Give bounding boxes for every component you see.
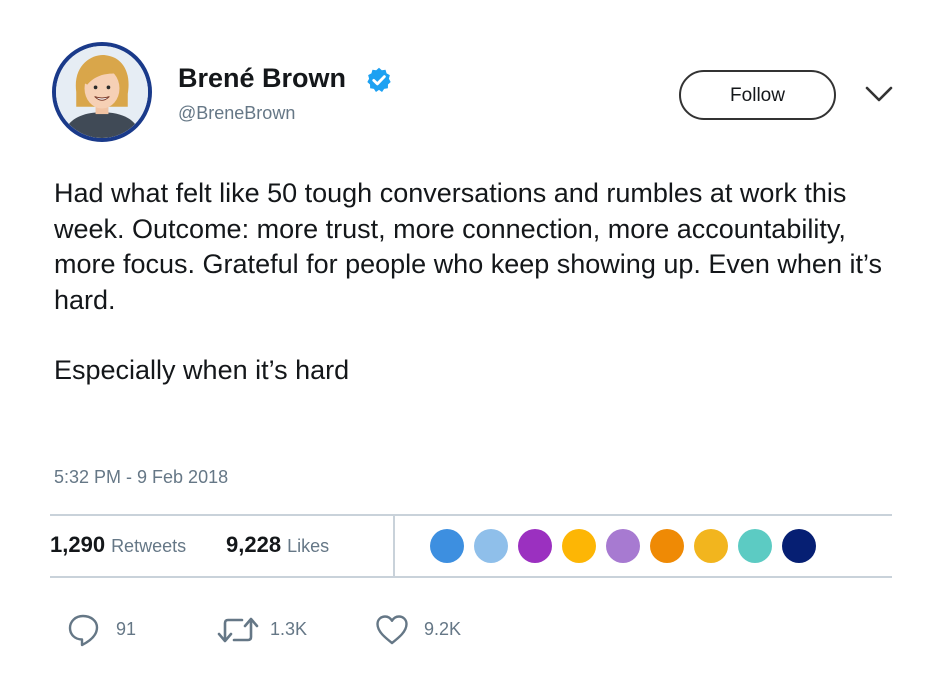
likes-count: 9,228 xyxy=(226,532,282,557)
liker-avatar[interactable] xyxy=(738,529,772,563)
divider xyxy=(50,576,892,578)
verified-badge-icon xyxy=(367,67,391,93)
reply-icon xyxy=(68,614,99,647)
tweet-text: Had what felt like 50 tough conversation… xyxy=(54,176,894,389)
user-handle[interactable]: @BreneBrown xyxy=(178,103,295,124)
avatar[interactable] xyxy=(52,42,152,142)
tweet-paragraph: Especially when it’s hard xyxy=(54,355,350,385)
liker-avatar[interactable] xyxy=(562,529,596,563)
tweet-card: Brené Brown @BreneBrown Follow Had what … xyxy=(0,0,945,676)
likes-label: Likes xyxy=(287,536,330,556)
liker-avatar[interactable] xyxy=(474,529,508,563)
like-count: 9.2K xyxy=(424,619,462,639)
retweets-label: Retweets xyxy=(111,536,187,556)
divider xyxy=(50,514,892,516)
tweet-paragraph: Had what felt like 50 tough conversation… xyxy=(54,178,882,315)
retweets-count: 1,290 xyxy=(50,532,106,557)
liker-avatar[interactable] xyxy=(650,529,684,563)
tweet-timestamp[interactable]: 5:32 PM - 9 Feb 2018 xyxy=(54,467,228,488)
retweet-count: 1.3K xyxy=(270,619,308,639)
heart-icon xyxy=(376,615,408,645)
retweet-button[interactable]: 1.3K xyxy=(216,612,326,648)
likes-stat[interactable]: 9,228 Likes xyxy=(226,532,329,558)
reply-count: 91 xyxy=(116,619,137,639)
liker-avatar[interactable] xyxy=(430,529,464,563)
liker-avatar[interactable] xyxy=(606,529,640,563)
liker-avatar[interactable] xyxy=(782,529,816,563)
liker-avatar[interactable] xyxy=(694,529,728,563)
display-name[interactable]: Brené Brown xyxy=(178,63,346,94)
follow-button[interactable]: Follow xyxy=(679,70,836,120)
retweet-icon xyxy=(217,617,259,643)
chevron-down-icon[interactable] xyxy=(864,82,894,106)
retweets-stat[interactable]: 1,290 Retweets xyxy=(50,532,186,558)
divider xyxy=(393,515,395,577)
user-avatar-illustration xyxy=(56,46,148,138)
liker-avatar[interactable] xyxy=(518,529,552,563)
